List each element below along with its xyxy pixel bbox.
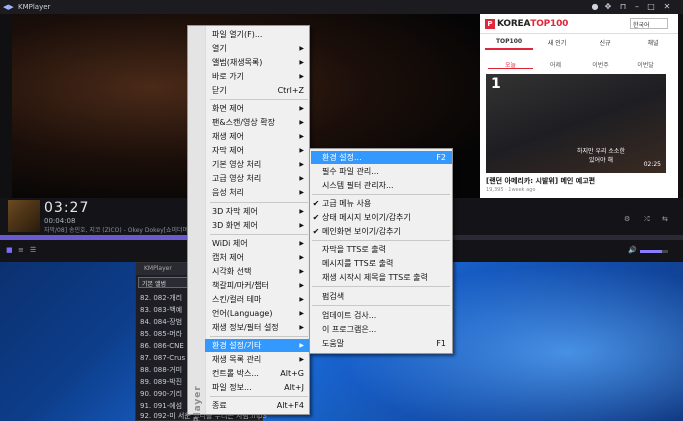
check-icon: ✔ xyxy=(312,227,320,236)
submenu-item-about[interactable]: 이 프로그램은... xyxy=(322,323,450,336)
subtab-yesterday[interactable]: 어제 xyxy=(533,60,578,69)
title-bar[interactable]: KMPlayer xyxy=(0,0,683,14)
menu-item-subtitle-control[interactable]: 자막 제어 ▶ xyxy=(212,144,308,157)
menu-item-screen-control[interactable]: 화면 제어 ▶ xyxy=(212,102,308,115)
volume-icon[interactable]: 🔊 xyxy=(628,246,637,254)
subtab-indicator xyxy=(488,68,533,69)
submenu-item-message-tts[interactable]: 메시지를 TTS로 출력 xyxy=(322,257,450,270)
video-thumbnail[interactable]: 1 하지만 우리 소소한 있어야 해 02:25 xyxy=(486,74,666,173)
menu-item-3d-screen[interactable]: 3D 화면 제어 ▶ xyxy=(212,219,308,232)
album-selector[interactable]: 기본 앨범 xyxy=(138,277,193,288)
repeat-icon[interactable]: ⇆ xyxy=(662,215,668,223)
settings-icon[interactable]: ⚙ xyxy=(624,215,630,223)
check-icon: ✔ xyxy=(312,213,320,222)
menu-item-capture[interactable]: 캡처 제어 ▶ xyxy=(212,251,308,264)
submenu-item-status-message[interactable]: 상태 메시지 보이기/감추기 xyxy=(322,211,450,224)
menu-item-basic-video[interactable]: 기본 영상 처리 ▶ xyxy=(212,158,308,171)
menu-item-bookmarks[interactable]: 책갈피/마커/챕터 ▶ xyxy=(212,279,308,292)
minimize-icon[interactable]: – xyxy=(632,2,642,12)
menu-separator xyxy=(312,240,450,241)
menu-item-file-info[interactable]: 파일 정보... Alt+J xyxy=(212,381,308,394)
language-select[interactable]: 한국어 xyxy=(630,18,668,29)
subtab-this-month[interactable]: 이번달 xyxy=(623,60,668,69)
stop-icon[interactable]: ■ xyxy=(6,246,13,254)
subtab-this-week[interactable]: 이번주 xyxy=(578,60,623,69)
rank-number: 1 xyxy=(491,76,501,92)
submenu-item-file-manage[interactable]: 필수 파일 관리... xyxy=(322,165,450,178)
menu-item-3d-subtitle[interactable]: 3D 자막 제어 ▶ xyxy=(212,205,308,218)
menu-separator xyxy=(210,396,308,397)
submenu-preferences: 환경 설정... F2 필수 파일 관리... 시스템 필터 관리자... ✔ 고… xyxy=(309,148,453,354)
toggle-icon[interactable]: ● xyxy=(590,2,600,12)
submenu-item-main-screen[interactable]: 메인화면 보이기/감추기 xyxy=(322,225,450,238)
submenu-item-filter-manager[interactable]: 시스템 필터 관리자... xyxy=(322,179,450,192)
submenu-item-advanced-menu[interactable]: 고급 메뉴 사용 xyxy=(322,197,450,210)
menu-separator xyxy=(210,202,308,203)
check-icon: ✔ xyxy=(312,199,320,208)
submenu-item-subtitle-tts[interactable]: 자막을 TTS로 출력 xyxy=(322,243,450,256)
menu-item-playlist-manage[interactable]: 재생 목록 관리 ▶ xyxy=(212,353,308,366)
close-icon[interactable]: ✕ xyxy=(662,2,672,12)
submenu-item-preferences[interactable]: 환경 설정... F2 xyxy=(322,151,450,164)
volume-level xyxy=(640,250,662,253)
tab-top100[interactable]: TOP100 xyxy=(485,38,533,45)
context-menu: KMPlayer 파일 열기(F)... 열기 ▶ 앨범(재생목록) ▶ 바로 가기… xyxy=(187,25,310,421)
menu-side-strip: KMPlayer xyxy=(188,26,206,421)
menu-item-open[interactable]: 열기 ▶ xyxy=(212,42,308,55)
menu-separator xyxy=(210,336,308,337)
seek-progress xyxy=(0,235,195,240)
menu-item-control-box[interactable]: 컨트롤 박스... Alt+G xyxy=(212,367,308,380)
menu-icon[interactable]: ≡ xyxy=(18,246,24,254)
tab-new[interactable]: 신규 xyxy=(581,38,629,47)
video-headline[interactable]: [랜던 아메리카: 시발위] 메인 예고편 xyxy=(486,176,595,186)
maximize-icon[interactable]: □ xyxy=(646,2,656,12)
korea-top100-panel: P KOREATOP100 한국어 TOP100 새 인기 신규 채널 오늘 어… xyxy=(480,14,678,198)
track-info: 자막/08] 송민호, 지코 (ZICO) - Okey Dokey[쇼미더머니… xyxy=(44,227,200,234)
video-duration: 02:25 xyxy=(643,161,661,168)
menu-separator xyxy=(312,194,450,195)
menu-item-shortcut[interactable]: 바로 가기 ▶ xyxy=(212,70,308,83)
menu-separator xyxy=(312,305,450,306)
menu-item-exit[interactable]: 종료 Alt+F4 xyxy=(212,399,308,412)
menu-item-preferences-etc[interactable]: 환경 설정/기타 ▶ xyxy=(212,339,308,352)
submenu-item-help[interactable]: 도움말 F1 xyxy=(322,337,450,350)
album-art xyxy=(8,200,40,232)
tab-indicator xyxy=(485,48,533,50)
window-title: KMPlayer xyxy=(18,3,51,11)
playlist-icon[interactable]: ☰ xyxy=(30,246,36,254)
panel-brand: KOREATOP100 xyxy=(497,19,569,29)
tab-channel[interactable]: 채널 xyxy=(629,38,677,47)
video-meta: 19,395 · 1week ago xyxy=(486,187,536,193)
minimize-to-tray-icon[interactable]: ⊓ xyxy=(618,2,628,12)
menu-separator xyxy=(210,234,308,235)
menu-item-advanced-video[interactable]: 고급 영상 처리 ▶ xyxy=(212,172,308,185)
menu-item-open-file[interactable]: 파일 열기(F)... xyxy=(212,28,308,41)
submenu-item-title-tts[interactable]: 재생 시작시 제목을 TTS로 출력 xyxy=(322,271,450,284)
submenu-item-search[interactable]: 펌검색 xyxy=(322,290,450,303)
pin-icon[interactable]: ✥ xyxy=(603,2,613,12)
menu-item-pan-scan[interactable]: 팬&스캔/영상 확장 ▶ xyxy=(212,116,308,129)
menu-item-close[interactable]: 닫기 Ctrl+Z xyxy=(212,84,308,97)
menu-item-playback-info[interactable]: 재생 정보/필터 설정 ▶ xyxy=(212,321,308,334)
menu-item-album[interactable]: 앨범(재생목록) ▶ xyxy=(212,56,308,69)
menu-item-visualization[interactable]: 시각화 선택 ▶ xyxy=(212,265,308,278)
menu-item-widi[interactable]: WiDi 제어 ▶ xyxy=(212,237,308,250)
menu-item-audio[interactable]: 음성 처리 ▶ xyxy=(212,186,308,199)
sub-time: 00:04:08 xyxy=(44,217,76,225)
menu-separator xyxy=(210,99,308,100)
menu-vertical-label: KMPlayer xyxy=(193,385,203,421)
app-logo-icon: ◀▶ xyxy=(3,3,14,11)
shuffle-icon[interactable]: ⤮ xyxy=(644,215,650,224)
menu-separator xyxy=(312,286,450,287)
tab-new-popular[interactable]: 새 인기 xyxy=(533,38,581,47)
korea-top100-logo-icon: P xyxy=(485,19,495,29)
menu-item-language[interactable]: 언어(Language) ▶ xyxy=(212,307,308,320)
menu-item-playback-control[interactable]: 재생 제어 ▶ xyxy=(212,130,308,143)
thumbnail-caption: 하지만 우리 소소한 있어야 해 xyxy=(577,148,625,164)
current-time: 03:27 xyxy=(44,200,90,216)
submenu-item-update-check[interactable]: 업데이트 검사... xyxy=(322,309,450,322)
menu-item-skin-theme[interactable]: 스킨/컬러 테마 ▶ xyxy=(212,293,308,306)
